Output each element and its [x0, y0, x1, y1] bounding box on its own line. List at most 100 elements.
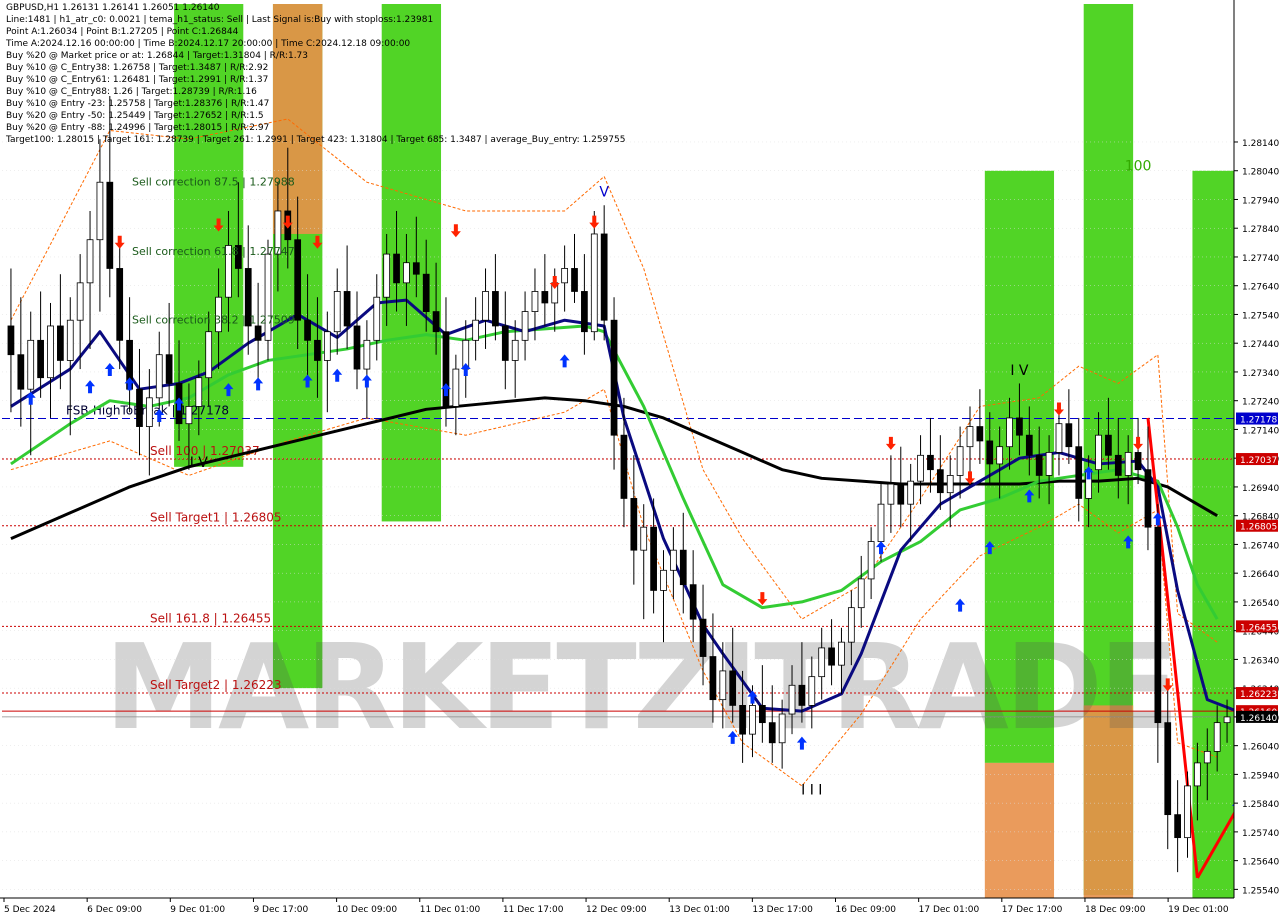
price-tag-label: 1.26805	[1240, 523, 1277, 533]
candle-body	[1144, 469, 1152, 528]
price-tick-label: 1.26040	[1242, 743, 1279, 753]
info-line: Target100: 1.28015 | Target 161: 1.28739…	[6, 135, 626, 145]
time-tick-label: 5 Dec 2024	[4, 905, 56, 915]
candle-body	[116, 268, 124, 341]
level-label: Sell 161.8 | 1.26455	[150, 611, 271, 625]
candle-body	[838, 641, 845, 666]
chart-area[interactable]: MARKETZITRADE FSB-HighToBreak | 1.27178 S…	[0, 0, 1280, 920]
candle-body	[422, 273, 430, 312]
price-tick-label: 1.25640	[1242, 858, 1279, 868]
time-tick-label: 17 Dec 01:00	[919, 905, 980, 915]
price-tick-label: 1.26740	[1242, 541, 1279, 551]
candle-body	[76, 282, 84, 321]
candle-body	[996, 446, 1004, 465]
candle-body	[482, 291, 489, 321]
price-tick-label: 1.25740	[1242, 829, 1279, 839]
price-tick-label: 1.27440	[1242, 340, 1279, 350]
candle-body	[521, 311, 529, 341]
candle-body	[1055, 423, 1063, 453]
candle-body	[136, 388, 143, 427]
time-tick-label: 19 Dec 01:00	[1168, 905, 1229, 915]
candle-body	[511, 339, 519, 361]
candle-body	[808, 676, 816, 706]
candle-body	[1025, 434, 1033, 456]
time-tick-label: 11 Dec 17:00	[503, 905, 564, 915]
level-label: Sell Target1 | 1.26805	[150, 511, 282, 525]
info-line: Buy %10 @ C_Entry61: 1.26481 | Target:1.…	[6, 75, 269, 85]
candle-body	[1105, 434, 1112, 456]
candle-body	[927, 454, 934, 471]
price-tick-label: 1.25840	[1242, 800, 1279, 810]
candle-body	[86, 239, 94, 284]
candle-body	[66, 319, 74, 361]
candle-body	[828, 647, 835, 666]
candle-body	[847, 607, 855, 643]
candle-body	[600, 233, 608, 321]
candle-body	[304, 319, 311, 341]
candle-body	[956, 446, 964, 476]
candle-body	[155, 354, 163, 399]
time-tick-label: 12 Dec 09:00	[586, 905, 647, 915]
wave-label: 100	[1125, 159, 1152, 175]
candle-body	[917, 454, 924, 482]
candle-body	[877, 503, 885, 542]
candle-body	[610, 319, 618, 436]
candle-body	[857, 578, 865, 609]
price-tag-label: 1.26140	[1240, 714, 1277, 724]
candle-body	[17, 354, 25, 390]
candle-body	[670, 549, 677, 571]
time-tick-label: 11 Dec 01:00	[420, 905, 481, 915]
candle-body	[333, 291, 341, 333]
price-tag-label: 1.27178	[1240, 416, 1277, 426]
candle-body	[412, 262, 420, 275]
time-tick-label: 10 Dec 09:00	[337, 905, 398, 915]
price-tick-label: 1.27540	[1242, 311, 1279, 321]
candle-body	[778, 713, 786, 744]
candle-body	[492, 291, 499, 327]
candle-body	[432, 311, 440, 333]
candle-body	[818, 647, 826, 678]
candle-body	[739, 705, 746, 735]
info-line: Line:1481 | h1_atr_c0: 0.0021 | tema_h1_…	[6, 15, 434, 25]
candle-body	[501, 325, 509, 361]
candle-body	[1203, 750, 1211, 764]
candle-body	[709, 656, 717, 701]
info-panel: GBPUSD,H1 1.26131 1.26141 1.26051 1.2614…	[6, 2, 625, 146]
candle-body	[353, 325, 361, 370]
info-line: Buy %20 @ Market price or at: 1.26844 | …	[6, 51, 309, 61]
candle-body	[1184, 785, 1191, 839]
candle-body	[571, 268, 578, 292]
info-line: Point A:1.26034 | Point B:1.27205 | Poin…	[6, 27, 239, 37]
candle-body	[729, 670, 737, 706]
candle-body	[373, 296, 381, 341]
candle-body	[758, 705, 766, 724]
candle-body	[254, 325, 262, 341]
candle-body	[403, 262, 410, 284]
target-zone	[984, 762, 1055, 898]
candle-body	[1016, 417, 1023, 436]
candle-body	[393, 253, 400, 284]
price-tick-label: 1.26340	[1242, 656, 1279, 666]
candle-body	[1035, 454, 1043, 476]
candle-body	[1124, 452, 1132, 476]
candle-body	[314, 339, 321, 361]
price-tick-label: 1.28140	[1242, 139, 1279, 149]
wave-label: I V	[190, 455, 209, 471]
candle-body	[1194, 762, 1201, 787]
wave-label: V	[599, 185, 609, 201]
level-label: Sell Target2 | 1.26223	[150, 678, 282, 692]
candle-body	[1045, 452, 1053, 476]
candle-body	[660, 569, 667, 591]
candle-body	[1213, 722, 1221, 752]
candle-body	[897, 483, 905, 505]
price-tag-label: 1.27037	[1240, 456, 1277, 466]
candle-body	[1134, 452, 1142, 471]
correction-label: Sell correction 61.8 | 1.27747	[132, 245, 295, 258]
candle-body	[1174, 814, 1181, 839]
candle-body	[1223, 716, 1231, 724]
price-tick-label: 1.27140	[1242, 426, 1279, 436]
candle-body	[946, 475, 954, 494]
candle-body	[7, 325, 15, 356]
wave-label: I I I	[801, 783, 822, 799]
info-line: Buy %10 @ C_Entry38: 1.26758 | Target:1.…	[6, 63, 269, 73]
